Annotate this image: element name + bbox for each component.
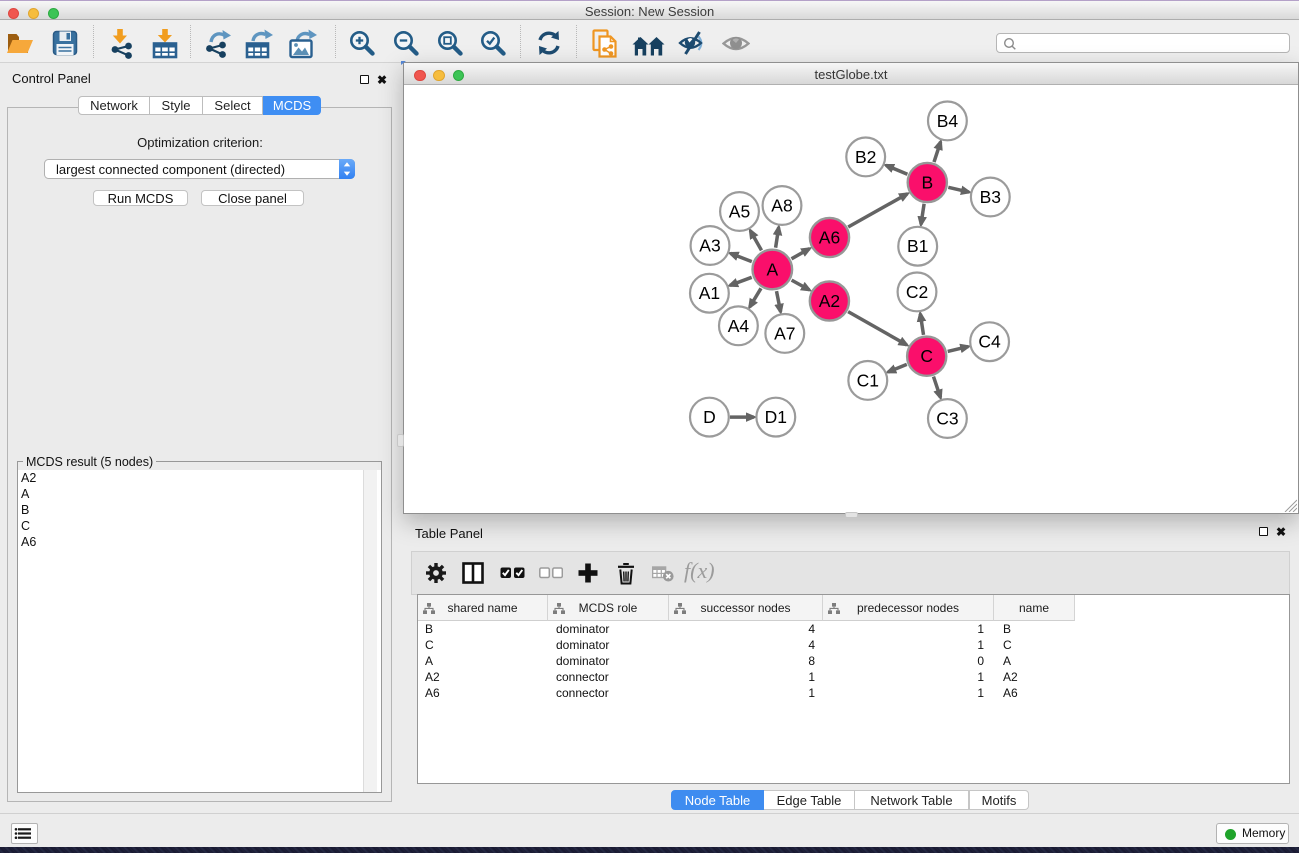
svg-text:C1: C1 <box>857 370 879 390</box>
svg-text:B2: B2 <box>855 147 876 167</box>
svg-text:C4: C4 <box>978 332 1001 352</box>
svg-text:D1: D1 <box>765 407 787 427</box>
svg-text:A2: A2 <box>819 291 840 311</box>
svg-text:C2: C2 <box>906 282 928 302</box>
svg-text:A6: A6 <box>819 228 840 248</box>
svg-text:A5: A5 <box>729 202 750 222</box>
svg-text:A8: A8 <box>771 196 792 216</box>
svg-text:B1: B1 <box>907 236 928 256</box>
svg-text:B: B <box>921 173 933 193</box>
svg-text:B3: B3 <box>980 187 1001 207</box>
svg-text:C: C <box>920 346 933 366</box>
svg-text:A4: A4 <box>728 316 750 336</box>
svg-text:A: A <box>766 260 778 280</box>
svg-text:A7: A7 <box>774 323 795 343</box>
svg-text:B4: B4 <box>937 111 959 131</box>
svg-text:A1: A1 <box>699 283 720 303</box>
svg-text:A3: A3 <box>699 236 720 256</box>
svg-text:D: D <box>703 407 716 427</box>
svg-text:C3: C3 <box>936 409 958 429</box>
